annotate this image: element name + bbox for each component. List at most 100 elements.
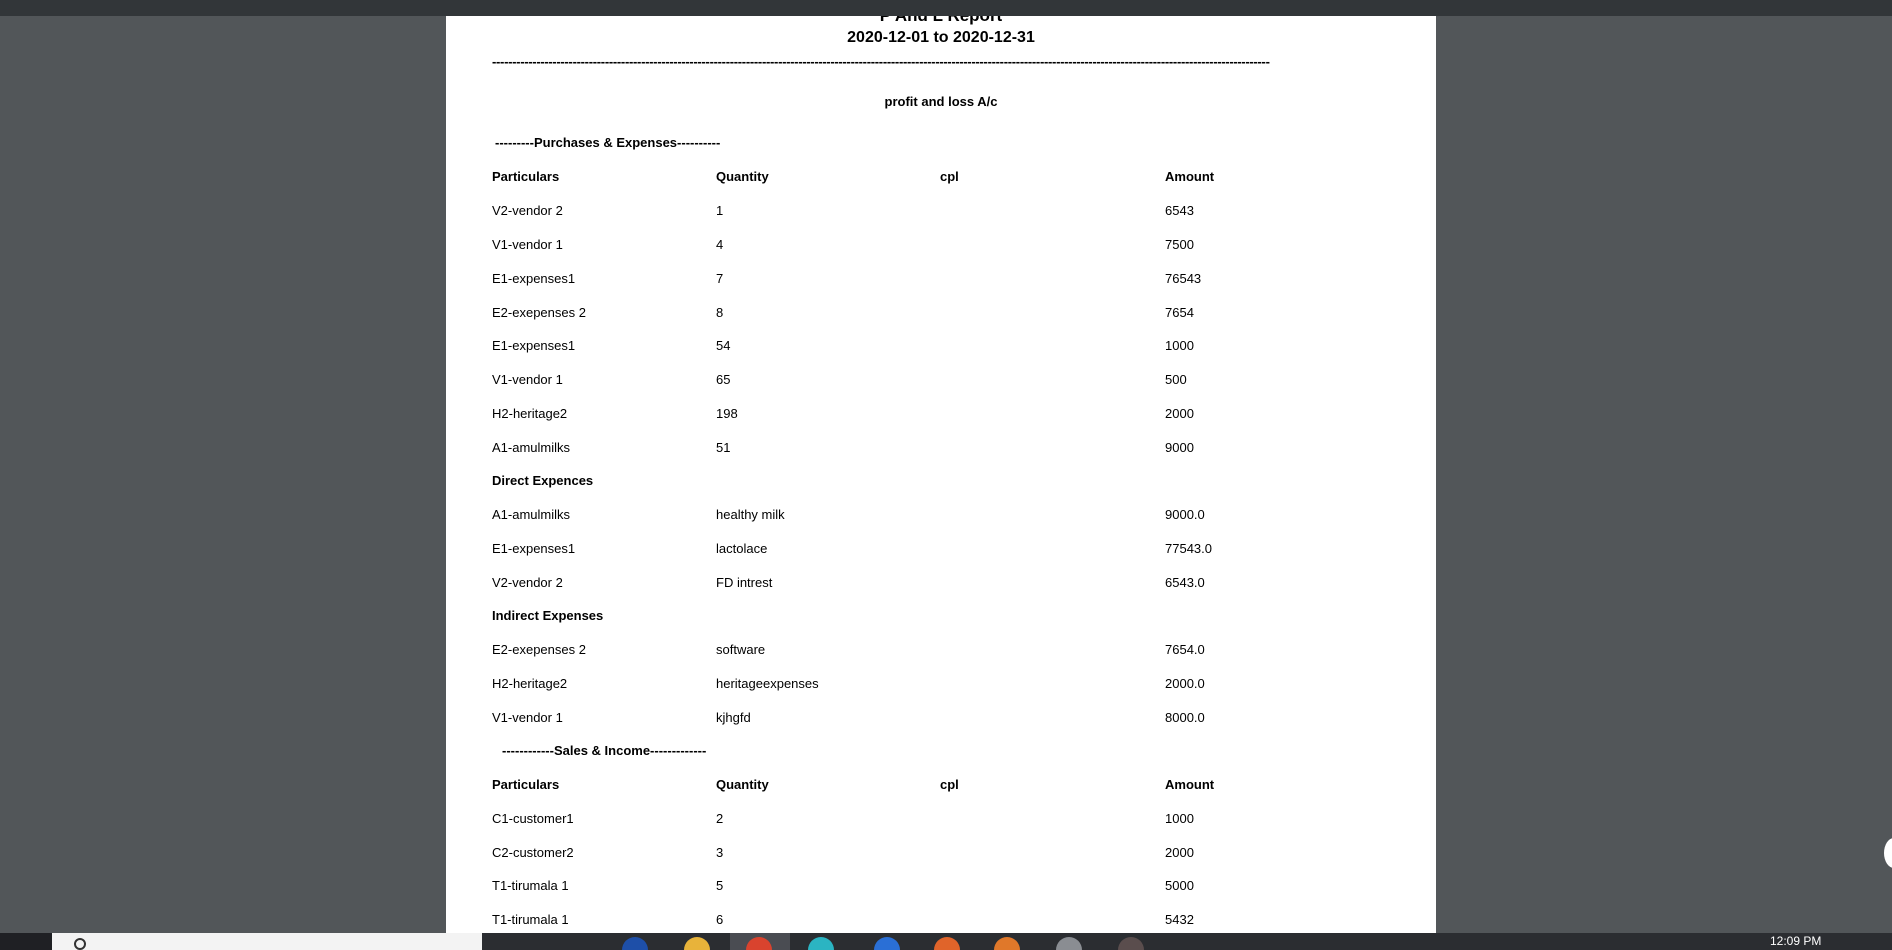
table-row: E1-expenses1 7 76543	[492, 271, 1392, 291]
cell-quantity: kjhgfd	[716, 710, 751, 725]
table-row: A1-amulmilks 51 9000	[492, 440, 1392, 460]
cell-quantity: 198	[716, 406, 738, 421]
cell-particular: C1-customer1	[492, 811, 574, 826]
app-icon[interactable]	[874, 937, 900, 950]
taskbar: 12:09 PM	[0, 933, 1892, 950]
table-row: E1-expenses1 54 1000	[492, 338, 1392, 358]
cell-amount: 77543.0	[1165, 541, 1212, 556]
cell-particular: H2-heritage2	[492, 676, 568, 691]
viewer-toolbar	[0, 0, 1892, 16]
cell-quantity: heritageexpenses	[716, 676, 819, 691]
purchases-section-title: ---------Purchases & Expenses----------	[495, 135, 721, 150]
cell-amount: 9000.0	[1165, 507, 1205, 522]
direct-expenses-title: Direct Expences	[492, 473, 594, 488]
cell-particular: V1-vendor 1	[492, 372, 563, 387]
table-row: V1-vendor 1 4 7500	[492, 237, 1392, 257]
cell-amount: 5432	[1165, 912, 1194, 927]
sales-table-header: Particulars Quantity cpl Amount	[492, 777, 1392, 797]
cell-particular: T1-tirumala 1	[492, 912, 569, 927]
cell-quantity: software	[716, 642, 766, 657]
cell-amount: 2000.0	[1165, 676, 1205, 691]
cell-quantity: 51	[716, 440, 731, 455]
cell-quantity: 7	[716, 271, 724, 286]
cell-amount: 6543.0	[1165, 575, 1205, 590]
table-row: V1-vendor 1 kjhgfd 8000.0	[492, 710, 1392, 730]
app-icon[interactable]	[994, 937, 1020, 950]
table-row: T1-tirumala 1 5 5000	[492, 878, 1392, 898]
cell-particular: E2-exepenses 2	[492, 305, 586, 320]
col-quantity: Quantity	[716, 169, 769, 184]
cell-quantity: healthy milk	[716, 507, 785, 522]
table-row: V1-vendor 1 65 500	[492, 372, 1392, 392]
cell-particular: A1-amulmilks	[492, 507, 571, 522]
pl-heading: profit and loss A/c	[884, 94, 998, 109]
report-date-range: 2020-12-01 to 2020-12-31	[847, 29, 1035, 46]
cell-amount: 2000	[1165, 406, 1194, 421]
table-row: V2-vendor 2 FD intrest 6543.0	[492, 575, 1392, 595]
table-row: H2-heritage2 198 2000	[492, 406, 1392, 426]
cell-quantity: 54	[716, 338, 731, 353]
cell-amount: 9000	[1165, 440, 1194, 455]
cell-particular: T1-tirumala 1	[492, 878, 569, 893]
table-row: C2-customer2 3 2000	[492, 845, 1392, 865]
table-row: A1-amulmilks healthy milk 9000.0	[492, 507, 1392, 527]
app-icon[interactable]	[622, 937, 648, 950]
col-particulars: Particulars	[492, 169, 560, 184]
cell-amount: 500	[1165, 372, 1187, 387]
folder-icon[interactable]	[684, 937, 710, 950]
table-row: E2-exepenses 2 8 7654	[492, 305, 1392, 325]
col-cpl: cpl	[940, 777, 959, 792]
cell-particular: V1-vendor 1	[492, 237, 563, 252]
cell-particular: H2-heritage2	[492, 406, 568, 421]
cell-amount: 7500	[1165, 237, 1194, 252]
cell-amount: 8000.0	[1165, 710, 1205, 725]
app-icon[interactable]	[808, 937, 834, 950]
purchases-table-header: Particulars Quantity cpl Amount	[492, 169, 1392, 189]
cell-quantity: 4	[716, 237, 724, 252]
start-button[interactable]	[0, 933, 52, 950]
col-particulars: Particulars	[492, 777, 560, 792]
firefox-icon[interactable]	[934, 937, 960, 950]
cell-quantity: 3	[716, 845, 724, 860]
cell-quantity: 2	[716, 811, 724, 826]
cell-amount: 1000	[1165, 338, 1194, 353]
app-icon[interactable]	[1118, 937, 1144, 950]
cell-particular: A1-amulmilks	[492, 440, 571, 455]
cell-quantity: 6	[716, 912, 724, 927]
cell-amount: 1000	[1165, 811, 1194, 826]
cell-amount: 7654	[1165, 305, 1194, 320]
cell-particular: E2-exepenses 2	[492, 642, 586, 657]
report-title: P And L Report	[446, 16, 1436, 26]
cell-amount: 6543	[1165, 203, 1194, 218]
indirect-expenses-title: Indirect Expenses	[492, 608, 604, 623]
cell-amount: 7654.0	[1165, 642, 1205, 657]
cell-quantity: 1	[716, 203, 724, 218]
table-row: V2-vendor 2 1 6543	[492, 203, 1392, 223]
scroll-button[interactable]	[1884, 838, 1892, 868]
cell-amount: 2000	[1165, 845, 1194, 860]
col-amount: Amount	[1165, 777, 1215, 792]
cell-particular: V2-vendor 2	[492, 575, 563, 590]
table-row: E2-exepenses 2 software 7654.0	[492, 642, 1392, 662]
cell-quantity: FD intrest	[716, 575, 773, 590]
table-row: E1-expenses1 lactolace 77543.0	[492, 541, 1392, 561]
col-cpl: cpl	[940, 169, 959, 184]
search-input[interactable]	[52, 933, 482, 950]
cell-amount: 5000	[1165, 878, 1194, 893]
app-icon[interactable]	[1056, 937, 1082, 950]
report-page: P And L Report 2020-12-01 to 2020-12-31 …	[446, 16, 1436, 933]
cell-quantity: lactolace	[716, 541, 768, 556]
divider-line: ----------------------------------------…	[492, 54, 1270, 69]
cell-particular: E1-expenses1	[492, 541, 576, 556]
table-row: T1-tirumala 1 6 5432	[492, 912, 1392, 932]
cell-particular: V2-vendor 2	[492, 203, 563, 218]
cell-particular: E1-expenses1	[492, 338, 576, 353]
cell-particular: V1-vendor 1	[492, 710, 563, 725]
table-row: H2-heritage2 heritageexpenses 2000.0	[492, 676, 1392, 696]
search-icon	[74, 938, 86, 950]
col-quantity: Quantity	[716, 777, 769, 792]
col-amount: Amount	[1165, 169, 1215, 184]
cell-quantity: 8	[716, 305, 724, 320]
cell-particular: C2-customer2	[492, 845, 574, 860]
cell-quantity: 65	[716, 372, 731, 387]
